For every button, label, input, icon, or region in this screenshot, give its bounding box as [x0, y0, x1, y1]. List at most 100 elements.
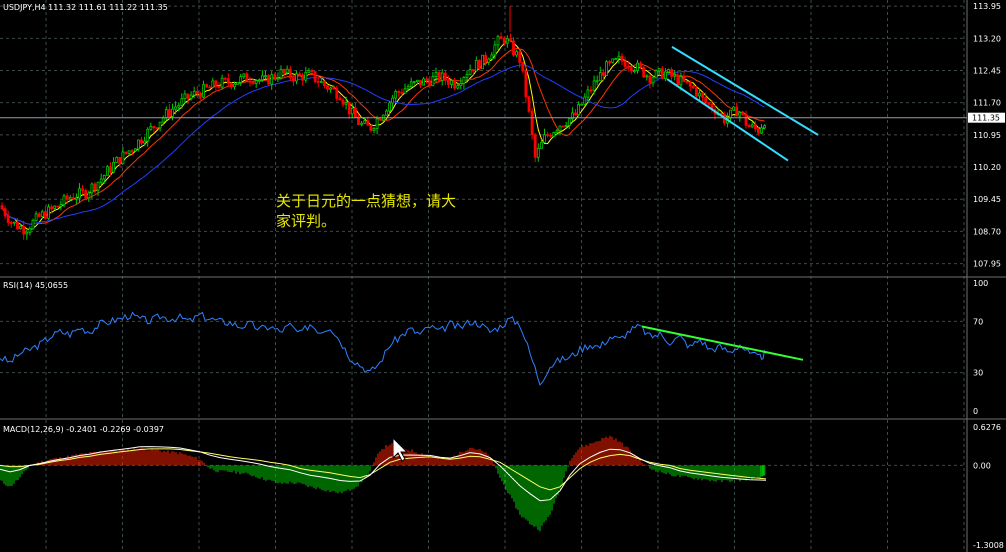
candle-body: [735, 106, 739, 117]
candle-body: [688, 81, 692, 87]
candle-body: [84, 190, 88, 199]
candle-body: [437, 72, 441, 81]
candle-body: [530, 110, 534, 136]
candle-body: [257, 79, 261, 82]
candle-body: [394, 91, 398, 99]
candle-body: [22, 225, 26, 235]
candle-body: [747, 124, 751, 128]
candle-body: [87, 192, 91, 199]
candle-body: [397, 91, 401, 94]
candle-body: [465, 74, 469, 78]
candle-body: [264, 75, 267, 77]
candle-body: [307, 70, 311, 73]
candle-body: [685, 80, 689, 83]
candle-body: [741, 112, 745, 115]
candle-body: [388, 102, 391, 112]
candle-body: [260, 75, 264, 81]
candle-body: [0, 205, 4, 210]
chart-canvas: USDJPY,H4 111.32 111.61 111.22 111.35 关于…: [0, 0, 1006, 552]
candle-body: [130, 150, 134, 153]
candle-body: [555, 130, 559, 133]
candle-body: [6, 215, 10, 223]
price-tick-label: 112.45: [973, 67, 1001, 76]
candle-body: [171, 108, 174, 117]
candle-body: [620, 55, 624, 62]
candle-body: [229, 82, 233, 88]
candle-body: [431, 76, 435, 87]
candle-body: [419, 79, 422, 86]
candle-body: [468, 69, 472, 75]
candle-body: [614, 58, 618, 60]
candle-body: [608, 61, 611, 64]
candle-body: [121, 151, 125, 165]
candle-body: [344, 102, 348, 105]
candle-body: [515, 51, 518, 56]
candle-body: [310, 70, 314, 72]
candle-body: [453, 80, 457, 89]
price-tick-label: 111.70: [973, 99, 1001, 108]
candle-body: [211, 80, 215, 88]
candle-body: [589, 89, 593, 92]
candle-body: [574, 112, 577, 116]
candle-body: [304, 71, 308, 81]
candle-body: [9, 222, 13, 224]
candle-body: [698, 92, 701, 97]
candle-body: [481, 54, 484, 70]
candle-body: [406, 86, 410, 90]
candle-body: [400, 91, 404, 94]
candle-body: [602, 72, 605, 76]
candle-body: [71, 197, 75, 200]
candle-body: [633, 70, 636, 72]
candle-body: [549, 134, 553, 137]
candle-body: [140, 139, 143, 144]
candle-body: [629, 67, 633, 71]
candle-body: [174, 106, 178, 110]
candle-body: [561, 125, 565, 128]
candle-body: [208, 86, 212, 89]
candle-body: [50, 206, 53, 209]
candle-body: [267, 75, 271, 85]
candle-body: [217, 86, 221, 88]
candle-body: [527, 96, 531, 112]
candle-body: [434, 72, 438, 77]
candle-body: [471, 69, 475, 72]
candle-body: [577, 104, 580, 116]
price-tick-label: 108.70: [973, 227, 1001, 236]
candle-body: [738, 112, 742, 117]
candle-body: [670, 69, 673, 77]
candle-body: [611, 58, 615, 63]
candle-body: [446, 79, 450, 85]
candle-body: [12, 221, 16, 224]
current-price-label: 111.35: [972, 114, 1000, 123]
candle-body: [493, 44, 497, 56]
candle-body: [298, 73, 302, 76]
candle-body: [763, 125, 766, 129]
candle-body: [580, 103, 584, 106]
candle-body: [136, 139, 140, 150]
candle-body: [347, 102, 351, 115]
candle-body: [37, 213, 41, 217]
candle-body: [372, 128, 376, 131]
candle-body: [744, 114, 748, 126]
candle-body: [586, 89, 590, 98]
candle-body: [102, 174, 106, 180]
candle-body: [536, 147, 540, 158]
candle-body: [158, 121, 162, 129]
candle-body: [341, 99, 345, 105]
candle-body: [409, 81, 413, 88]
candle-body: [760, 127, 763, 134]
candle-body: [357, 116, 360, 125]
candle-body: [595, 80, 599, 83]
candle-body: [636, 62, 639, 71]
macd-header: MACD(12,26,9) -0.2401 -0.2269 -0.0397: [3, 425, 164, 434]
candle-body: [202, 84, 205, 98]
candle-body: [617, 55, 621, 59]
candle-body: [750, 124, 754, 128]
candle-body: [422, 78, 426, 86]
candle-body: [598, 72, 602, 82]
macd-tick-label: 0.00: [973, 461, 991, 470]
price-header: USDJPY,H4 111.32 111.61 111.22 111.35: [3, 3, 168, 12]
rsi-header: RSI(14) 45.0655: [3, 281, 68, 290]
candle-body: [679, 76, 683, 86]
candle-body: [425, 78, 429, 82]
